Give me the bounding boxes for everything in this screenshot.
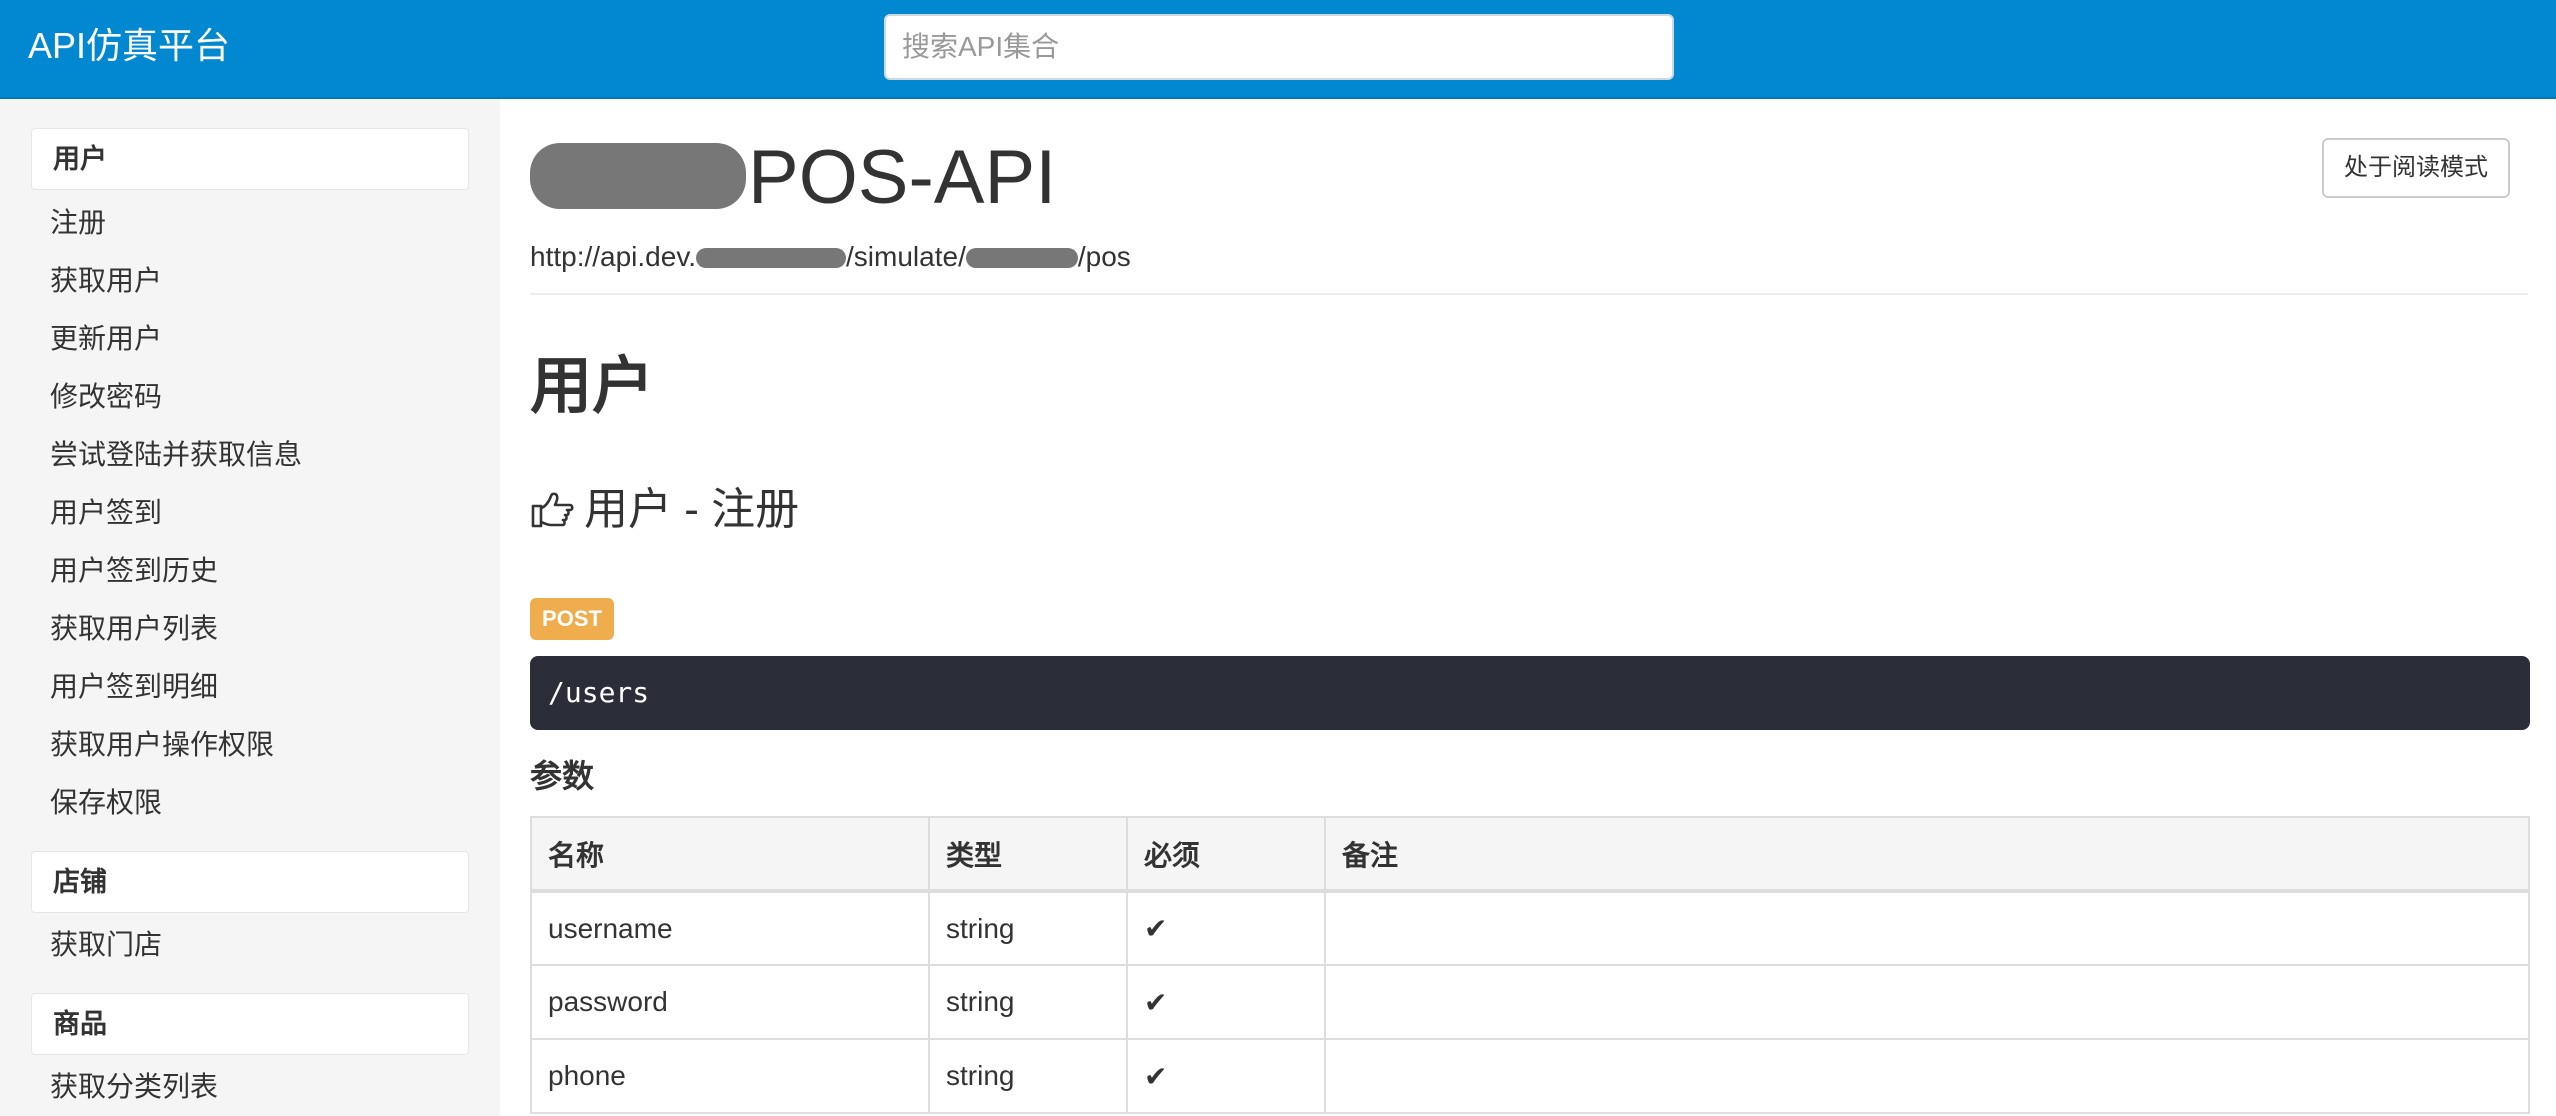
param-name: username (530, 890, 930, 966)
sidebar-item[interactable]: 用户签到历史 (50, 551, 218, 591)
sidebar-group-users[interactable]: 用户 (31, 128, 469, 190)
sidebar-group-stores[interactable]: 店铺 (31, 851, 469, 913)
sidebar-item[interactable]: 用户签到 (50, 493, 162, 533)
page-title-text: POS-API (748, 135, 1057, 220)
param-note (1324, 890, 2530, 966)
url-part: /pos (1077, 241, 1131, 272)
url-part: /simulate/ (846, 241, 966, 272)
param-type: string (928, 890, 1128, 966)
sidebar-item[interactable]: 获取用户 (50, 261, 162, 301)
column-header: 备注 (1324, 816, 2530, 893)
base-url: http://api.dev. /simulate/ /pos (530, 237, 1131, 277)
param-name: password (530, 964, 930, 1040)
table-header-row: 名称 类型 必须 备注 (530, 816, 2530, 893)
top-navbar: API仿真平台 (0, 0, 2556, 99)
param-name: phone (530, 1038, 930, 1114)
api-heading: 用户 - 注册 (530, 480, 799, 540)
check-icon: ✔ (1126, 964, 1326, 1040)
search-input[interactable] (884, 14, 1674, 80)
table-row: username string ✔ (530, 890, 2530, 966)
app-title[interactable]: API仿真平台 (28, 22, 230, 70)
check-icon: ✔ (1126, 890, 1326, 966)
method-badge: POST (530, 598, 614, 640)
read-mode-button[interactable]: 处于阅读模式 (2322, 138, 2510, 198)
redacted-block (530, 143, 746, 209)
page-title: POS-API (530, 133, 1056, 223)
sidebar-item[interactable]: 修改密码 (50, 377, 162, 417)
param-type: string (928, 964, 1128, 1040)
sidebar: 用户 注册 获取用户 更新用户 修改密码 尝试登陆并获取信息 用户签到 用户签到… (0, 99, 500, 1116)
param-note (1324, 964, 2530, 1040)
column-header: 必须 (1126, 816, 1326, 893)
endpoint-path: /users (530, 656, 2530, 730)
param-type: string (928, 1038, 1128, 1114)
section-title: 用户 (530, 352, 655, 421)
redacted-block (965, 248, 1078, 268)
sidebar-item[interactable]: 获取用户操作权限 (50, 725, 274, 765)
api-heading-text: 用户 - 注册 (584, 485, 800, 534)
params-table: 名称 类型 必须 备注 username string ✔ password s… (530, 816, 2530, 1114)
hand-point-right-icon (531, 492, 574, 528)
params-title: 参数 (530, 758, 595, 794)
table-row: phone string ✔ (530, 1038, 2530, 1114)
check-icon: ✔ (1126, 1038, 1326, 1114)
sidebar-item[interactable]: 保存权限 (50, 783, 162, 823)
sidebar-item[interactable]: 获取门店 (50, 925, 162, 965)
column-header: 类型 (928, 816, 1128, 893)
sidebar-item[interactable]: 注册 (50, 203, 106, 243)
sidebar-item[interactable]: 获取用户列表 (50, 609, 218, 649)
divider (530, 293, 2528, 295)
sidebar-group-products[interactable]: 商品 (31, 993, 469, 1055)
sidebar-item[interactable]: 用户签到明细 (50, 667, 218, 707)
column-header: 名称 (530, 816, 930, 893)
sidebar-item[interactable]: 更新用户 (50, 319, 162, 359)
table-row: password string ✔ (530, 964, 2530, 1040)
sidebar-item[interactable]: 尝试登陆并获取信息 (50, 435, 302, 475)
sidebar-item[interactable]: 获取分类列表 (50, 1067, 218, 1107)
url-part: http://api.dev. (530, 241, 697, 272)
param-note (1324, 1038, 2530, 1114)
redacted-block (696, 248, 847, 268)
